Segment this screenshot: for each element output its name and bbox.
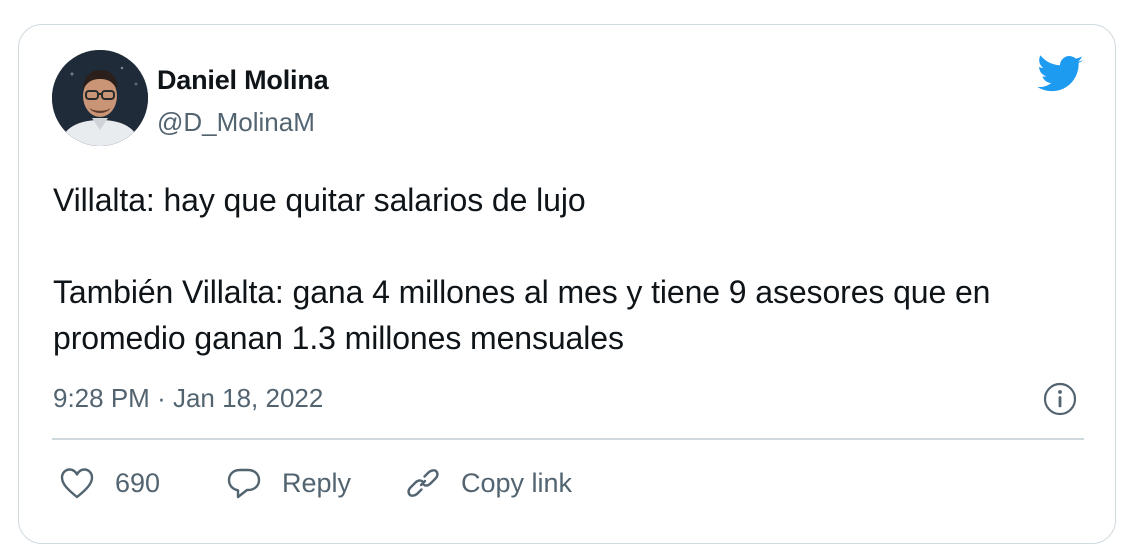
reply-button[interactable]: Reply [226, 463, 351, 503]
link-icon [407, 469, 439, 497]
info-icon[interactable] [1043, 382, 1077, 416]
like-button[interactable]: 690 [59, 463, 160, 503]
speech-bubble-icon [227, 468, 261, 499]
tweet-date[interactable]: Jan 18, 2022 [173, 383, 323, 413]
user-handle[interactable]: @D_MolinaM [157, 107, 315, 138]
tweet-text: Villalta: hay que quitar salarios de luj… [53, 182, 991, 356]
twitter-bird-icon[interactable] [1037, 55, 1084, 95]
avatar[interactable] [52, 50, 148, 146]
timestamp-separator: · [157, 383, 166, 413]
reply-label: Reply [282, 467, 352, 498]
tweet-card: Daniel Molina @D_MolinaM Villalta: hay q… [18, 24, 1116, 544]
heart-icon [60, 468, 94, 499]
tweet-time[interactable]: 9:28 PM [53, 383, 150, 413]
like-count: 690 [115, 467, 161, 498]
copy-link-button[interactable]: Copy link [405, 463, 572, 503]
display-name[interactable]: Daniel Molina [157, 65, 329, 96]
divider [52, 438, 1084, 440]
copy-link-label: Copy link [461, 467, 573, 498]
tweet-timestamp[interactable]: 9:28 PM · Jan 18, 2022 [53, 383, 323, 414]
